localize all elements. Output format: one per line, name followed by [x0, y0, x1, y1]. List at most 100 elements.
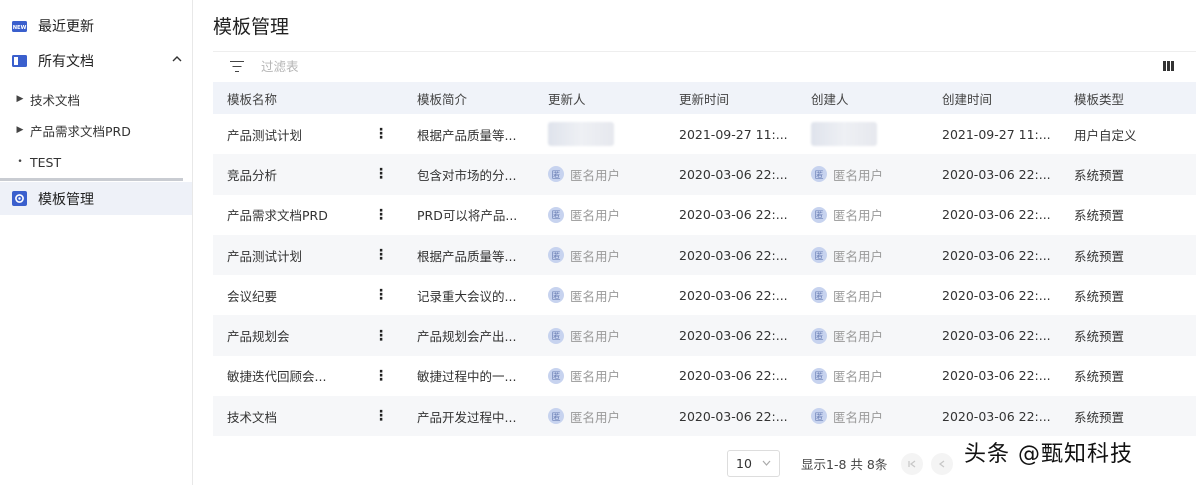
updater-cell: 匿匿名用户 — [534, 195, 665, 235]
updated-time: 2021-09-27 11:... — [679, 126, 788, 142]
sidebar: NEW 最近更新 所有文档 ▶ 技术文档 ▶ 产品需求文档PRD • TEST — [0, 0, 193, 485]
template-intro: 记录重大会议的... — [417, 288, 517, 304]
app-root: NEW 最近更新 所有文档 ▶ 技术文档 ▶ 产品需求文档PRD • TEST — [0, 0, 1200, 485]
more-actions-icon[interactable]: ⋮ — [359, 154, 403, 194]
template-name[interactable]: 敏捷迭代回顾会... — [213, 356, 359, 396]
template-intro: 根据产品质量等... — [417, 248, 517, 264]
updated-time: 2020-03-06 22:... — [679, 166, 788, 182]
template-intro: 敏捷过程中的一... — [417, 369, 517, 385]
prev-page-icon[interactable] — [931, 452, 954, 475]
column-header-type[interactable]: 模板类型 — [1060, 82, 1196, 114]
created-time: 2020-03-06 22:... — [942, 368, 1051, 384]
table-row[interactable]: 产品测试计划 ⋮ 根据产品质量等... 2021-09-27 11:... 2021-0… — [213, 114, 1196, 154]
column-header-name[interactable]: 模板名称 — [213, 82, 359, 114]
filter-icon[interactable] — [230, 60, 244, 73]
creator-cell: 匿匿名用户 — [797, 396, 928, 436]
first-page-icon[interactable] — [901, 452, 924, 475]
column-header-intro[interactable]: 模板简介 — [403, 82, 534, 114]
avatar: 匿 — [811, 166, 827, 183]
more-actions-icon[interactable]: ⋮ — [359, 275, 403, 315]
template-name[interactable]: 竞品分析 — [213, 154, 359, 194]
filter-input[interactable] — [261, 59, 461, 74]
updated-time: 2020-03-06 22:... — [679, 207, 788, 223]
column-header-created[interactable]: 创建时间 — [928, 82, 1060, 114]
template-type: 系统预置 — [1074, 369, 1125, 385]
more-actions-icon[interactable]: ⋮ — [359, 315, 403, 355]
avatar: 匿 — [811, 327, 827, 344]
table-row[interactable]: 产品测试计划 ⋮ 根据产品质量等... 匿匿名用户 2020-03-06 22:... 匿… — [213, 234, 1196, 276]
column-header-updater[interactable]: 更新人 — [534, 82, 665, 114]
avatar: 匿 — [548, 166, 564, 183]
page-size-select[interactable]: 10 — [727, 450, 780, 477]
table-row[interactable]: 产品规划会 ⋮ 产品规划会产出... 匿匿名用户 2020-03-06 22:... 匿匿… — [213, 315, 1196, 356]
chevron-up-icon[interactable] — [172, 53, 182, 67]
creator-cell — [797, 114, 928, 154]
template-name[interactable]: 产品需求文档PRD — [213, 195, 359, 235]
template-type: 用户自定义 — [1074, 127, 1137, 143]
created-time: 2020-03-06 22:... — [942, 287, 1051, 303]
updater-cell: 匿匿名用户 — [534, 356, 665, 396]
template-table: 模板名称 模板简介 更新人 更新时间 创建人 创建时间 模板类型 产品测试计划 ⋮… — [213, 82, 1196, 437]
new-badge-icon: NEW — [11, 18, 27, 34]
nav-recent-label: 最近更新 — [38, 19, 94, 35]
more-actions-icon[interactable]: ⋮ — [359, 235, 403, 275]
updater-cell — [534, 114, 665, 154]
updated-time: 2020-03-06 22:... — [679, 368, 788, 384]
column-header-creator[interactable]: 创建人 — [797, 82, 928, 114]
column-header-updated[interactable]: 更新时间 — [665, 82, 797, 114]
caret-right-icon[interactable]: ▶ — [0, 125, 30, 135]
chevron-down-icon — [762, 459, 771, 469]
more-actions-icon[interactable]: ⋮ — [359, 356, 403, 396]
avatar: 匿 — [548, 408, 564, 425]
column-settings-icon[interactable] — [1163, 61, 1174, 71]
avatar: 匿 — [811, 367, 827, 384]
table-body: 产品测试计划 ⋮ 根据产品质量等... 2021-09-27 11:... 2021-0… — [213, 114, 1196, 437]
template-intro: PRD可以将产品... — [417, 208, 518, 224]
updated-time: 2020-03-06 22:... — [679, 328, 788, 344]
sidebar-item-tech-docs[interactable]: ▶ 技术文档 — [0, 84, 192, 114]
nav-all-docs[interactable]: 所有文档 — [0, 44, 192, 78]
updater-cell: 匿匿名用户 — [534, 275, 665, 315]
user-name: 匿名用户 — [570, 369, 621, 385]
template-intro: 产品规划会产出... — [417, 329, 517, 345]
created-time: 2020-03-06 22:... — [942, 328, 1051, 344]
caret-right-icon[interactable]: ▶ — [0, 94, 30, 104]
bullet-icon: • — [17, 157, 23, 167]
user-chip: 匿匿名用户 — [548, 326, 620, 345]
nav-recent[interactable]: NEW 最近更新 — [0, 9, 192, 43]
user-chip: 匿匿名用户 — [548, 366, 620, 385]
redacted-user — [548, 122, 614, 147]
table-header-row: 模板名称 模板简介 更新人 更新时间 创建人 创建时间 模板类型 — [213, 82, 1196, 114]
template-type: 系统预置 — [1074, 167, 1125, 183]
table-row[interactable]: 会议纪要 ⋮ 记录重大会议的... 匿匿名用户 2020-03-06 22:... 匿匿名… — [213, 275, 1196, 315]
more-actions-icon[interactable]: ⋮ — [359, 396, 403, 436]
avatar: 匿 — [548, 247, 564, 264]
filter-bar — [213, 51, 1196, 81]
user-chip: 匿匿名用户 — [548, 165, 620, 184]
user-name: 匿名用户 — [570, 167, 621, 183]
template-name[interactable]: 产品测试计划 — [213, 235, 359, 275]
page-info: 显示1-8 共 8条 — [801, 457, 888, 472]
user-name: 匿名用户 — [570, 248, 621, 264]
table-row[interactable]: 竞品分析 ⋮ 包含对市场的分... 匿匿名用户 2020-03-06 22:... 匿匿名… — [213, 154, 1196, 195]
creator-cell: 匿匿名用户 — [797, 356, 928, 396]
template-name[interactable]: 技术文档 — [213, 396, 359, 436]
user-chip: 匿匿名用户 — [811, 326, 883, 345]
sidebar-item-prd[interactable]: ▶ 产品需求文档PRD — [0, 115, 192, 145]
sidebar-item-test[interactable]: • TEST — [0, 147, 192, 177]
updated-time: 2020-03-06 22:... — [679, 408, 788, 424]
more-actions-icon[interactable]: ⋮ — [359, 114, 403, 154]
more-actions-icon[interactable]: ⋮ — [359, 195, 403, 235]
template-name[interactable]: 会议纪要 — [213, 275, 359, 315]
user-name: 匿名用户 — [833, 208, 884, 224]
table-row[interactable]: 敏捷迭代回顾会... ⋮ 敏捷过程中的一... 匿匿名用户 2020-03-06 22:… — [213, 356, 1196, 396]
table-row[interactable]: 技术文档 ⋮ 产品开发过程中... 匿匿名用户 2020-03-06 22:... 匿匿名… — [213, 396, 1196, 437]
template-type: 系统预置 — [1074, 329, 1125, 345]
nav-template-mgmt[interactable]: 模板管理 — [0, 182, 192, 215]
nav-template-mgmt-label: 模板管理 — [38, 191, 94, 208]
template-name[interactable]: 产品测试计划 — [213, 114, 359, 154]
creator-cell: 匿匿名用户 — [797, 235, 928, 275]
pagination: 10 显示1-8 共 8条 — [727, 450, 954, 477]
table-row[interactable]: 产品需求文档PRD ⋮ PRD可以将产品... 匿匿名用户 2020-03-06 22:… — [213, 195, 1196, 235]
template-name[interactable]: 产品规划会 — [213, 315, 359, 355]
